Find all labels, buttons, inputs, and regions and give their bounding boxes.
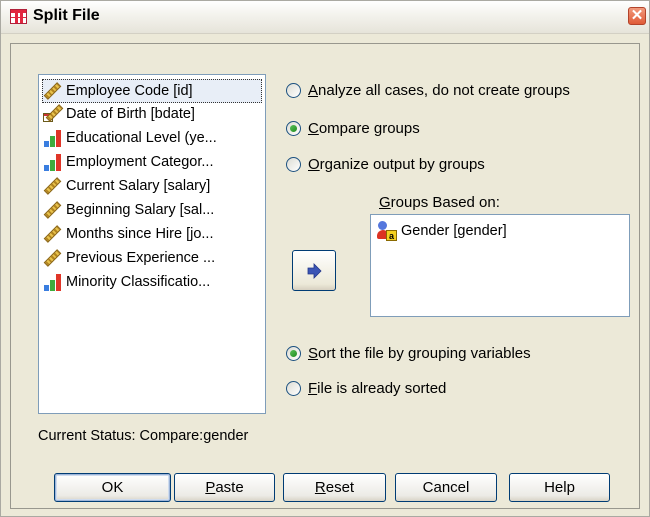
variable-item-jobtime[interactable]: Months since Hire [jo... [42,222,262,246]
ok-button[interactable]: OK [54,473,171,502]
variable-item-educ[interactable]: Educational Level (ye... [42,126,262,150]
ruler-icon [42,81,62,101]
variable-list[interactable]: Employee Code [id] Date of Birth [bdate]… [38,74,266,414]
bar-chart-icon [42,152,62,172]
radio-circle[interactable] [286,381,301,396]
variable-item-prevexp[interactable]: Previous Experience ... [42,246,262,270]
bar-chart-icon [42,128,62,148]
sort-file-label: Sort the file by grouping variables [308,345,531,362]
radio-circle-selected[interactable] [286,346,301,361]
ruler-icon [42,200,62,220]
analyze-all-label: Analyze all cases, do not create groups [308,82,570,99]
ruler-icon [42,176,62,196]
help-button[interactable]: Help [509,473,610,502]
title-bar[interactable]: Split File ✕ [1,1,649,34]
reset-button[interactable]: Reset [283,473,386,502]
current-status: Current Status: Compare:gender [38,428,249,444]
already-sorted-label: File is already sorted [308,380,447,397]
groups-based-on-label: Groups Based on: [379,194,500,211]
variable-item-salbegin[interactable]: Beginning Salary [sal... [42,198,262,222]
sort-file-radio[interactable]: Sort the file by grouping variables [286,345,531,362]
nominal-person-icon: a [377,221,397,241]
organize-output-label: Organize output by groups [308,156,485,173]
variable-item-minority[interactable]: Minority Classificatio... [42,270,262,294]
cancel-button[interactable]: Cancel [395,473,497,502]
compare-groups-radio[interactable]: Compare groups [286,120,420,137]
calendar-ruler-icon [42,104,64,124]
group-variable-gender[interactable]: a Gender [gender] [377,221,507,241]
ruler-icon [42,224,62,244]
variable-item-bdate[interactable]: Date of Birth [bdate] [42,102,262,126]
groups-based-on-list[interactable]: a Gender [gender] [370,214,630,317]
variable-item-id[interactable]: Employee Code [id] [42,79,262,103]
split-file-dialog: Split File ✕ Employee Code [id] Date of … [0,0,650,517]
bar-chart-icon [42,272,62,292]
compare-groups-label: Compare groups [308,120,420,137]
radio-circle[interactable] [286,157,301,172]
data-table-icon [10,9,27,24]
radio-circle-selected[interactable] [286,121,301,136]
variable-item-salary[interactable]: Current Salary [salary] [42,174,262,198]
ruler-icon [42,248,62,268]
already-sorted-radio[interactable]: File is already sorted [286,380,446,397]
window-title: Split File [33,7,100,24]
radio-circle[interactable] [286,83,301,98]
move-variable-button[interactable] [292,250,336,291]
organize-output-radio[interactable]: Organize output by groups [286,156,485,173]
analyze-all-radio[interactable]: Analyze all cases, do not create groups [286,82,570,99]
arrow-right-icon [307,262,322,279]
close-button[interactable]: ✕ [628,7,646,25]
variable-item-jobcat[interactable]: Employment Categor... [42,150,262,174]
paste-button[interactable]: Paste [174,473,275,502]
